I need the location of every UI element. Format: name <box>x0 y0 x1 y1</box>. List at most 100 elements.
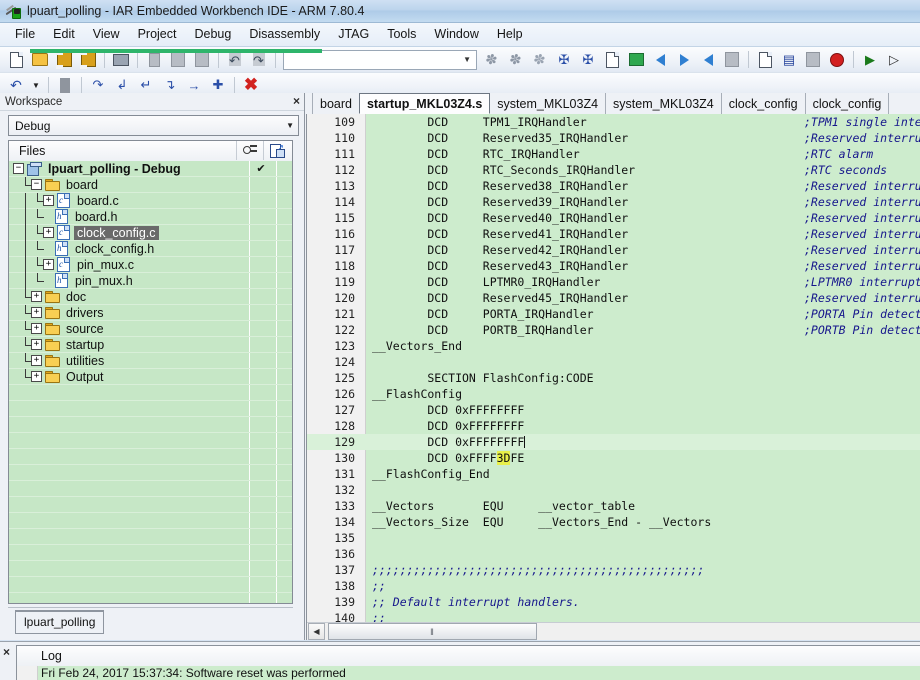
expander-icon[interactable]: + <box>31 339 42 350</box>
code-line[interactable]: 109 DCD TPM1_IRQHandler ;TPM1 single inte <box>307 114 920 130</box>
open-folder-icon[interactable] <box>29 49 51 70</box>
tree-item-startup[interactable]: + startup <box>9 336 292 353</box>
close-icon[interactable]: × <box>3 645 10 659</box>
save-icon[interactable] <box>53 49 75 70</box>
tree-item-doc[interactable]: + doc <box>9 288 292 305</box>
code-line[interactable]: 128 DCD 0xFFFFFFFF <box>307 418 920 434</box>
tree-item-pin-mux-h[interactable]: h pin_mux.h <box>9 272 292 289</box>
code-line[interactable]: 124 <box>307 354 920 370</box>
editor-tab-clock-config-1[interactable]: clock_config <box>720 93 806 114</box>
code-line[interactable]: 111 DCD RTC_IRQHandler ;RTC alarm <box>307 146 920 162</box>
editor-tab-system-mkl03z4-2[interactable]: system_MKL03Z4 <box>605 93 722 114</box>
code-line[interactable]: 139 ;; Default interrupt handlers. <box>307 594 920 610</box>
redo-icon[interactable]: ↷ <box>248 49 270 70</box>
tree-item-utilities[interactable]: + utilities <box>9 352 292 369</box>
menu-file[interactable]: File <box>6 24 44 45</box>
code-line[interactable]: 127 DCD 0xFFFFFFFF <box>307 402 920 418</box>
tree-item-board-c[interactable]: + c board.c <box>9 192 292 209</box>
editor-tab-board[interactable]: board <box>312 93 360 114</box>
close-icon[interactable]: × <box>293 95 300 107</box>
new-document-icon[interactable] <box>5 49 27 70</box>
workspace-tab-lpuart-polling[interactable]: lpuart_polling <box>15 610 105 634</box>
scrollbar-thumb[interactable]: ‖ <box>328 623 537 640</box>
expander-icon[interactable]: + <box>31 355 42 366</box>
code-line[interactable]: 126 __FlashConfig <box>307 386 920 402</box>
tree-item-drivers[interactable]: + drivers <box>9 304 292 321</box>
code-line[interactable]: 123 __Vectors_End <box>307 338 920 354</box>
menu-view[interactable]: View <box>84 24 129 45</box>
code-line[interactable]: 114 DCD Reserved39_IRQHandler ;Reserved i… <box>307 194 920 210</box>
code-line[interactable]: 120 DCD Reserved45_IRQHandler ;Reserved i… <box>307 290 920 306</box>
chevron-down-icon[interactable]: ▼ <box>463 55 471 64</box>
paste-icon[interactable] <box>191 49 213 70</box>
bookmark-icon[interactable] <box>625 49 647 70</box>
print-icon[interactable] <box>110 49 132 70</box>
code-line[interactable]: 135 <box>307 530 920 546</box>
toggle-breakpoint-icon[interactable]: ✠ <box>553 49 575 70</box>
expander-icon[interactable]: + <box>31 307 42 318</box>
tree-item-clock-config-h[interactable]: h clock_config.h <box>9 240 292 257</box>
expander-icon[interactable]: + <box>31 291 42 302</box>
disassembly-icon[interactable] <box>802 49 824 70</box>
download-debug-icon[interactable]: ▶ <box>859 49 881 70</box>
code-line[interactable]: 116 DCD Reserved41_IRQHandler ;Reserved i… <box>307 226 920 242</box>
find-input[interactable]: ▼ <box>283 49 477 70</box>
editor-tab-clock-config-2[interactable]: clock_config <box>804 93 890 114</box>
chevron-down-icon[interactable]: ▼ <box>286 121 294 130</box>
view-source-icon[interactable] <box>601 49 623 70</box>
copy-icon[interactable] <box>167 49 189 70</box>
tree-item-output[interactable]: + Output <box>9 368 292 385</box>
menu-disassembly[interactable]: Disassembly <box>240 24 329 45</box>
code-line[interactable]: 117 DCD Reserved42_IRQHandler ;Reserved i… <box>307 242 920 258</box>
code-line[interactable]: 112 DCD RTC_Seconds_IRQHandler ;RTC secon… <box>307 162 920 178</box>
tree-item-pin-mux-c[interactable]: + c pin_mux.c <box>9 256 292 273</box>
debug-without-download-icon[interactable]: ▷ <box>883 49 905 70</box>
code-line[interactable]: 140;; <box>307 610 920 622</box>
expander-icon[interactable]: + <box>43 227 54 238</box>
menu-debug[interactable]: Debug <box>185 24 240 45</box>
memory-icon[interactable] <box>754 49 776 70</box>
go-back-icon[interactable] <box>649 49 671 70</box>
code-line[interactable]: 134 __Vectors_Size EQU __Vectors_End - __… <box>307 514 920 530</box>
code-line[interactable]: 122 DCD PORTB_IRQHandler ;PORTB Pin detec… <box>307 322 920 338</box>
code-line[interactable]: 133 __Vectors EQU __vector_table <box>307 498 920 514</box>
editor-horizontal-scrollbar[interactable]: ◀ ‖ <box>307 622 920 640</box>
expander-icon[interactable]: + <box>31 323 42 334</box>
save-all-icon[interactable] <box>77 49 99 70</box>
scroll-left-icon[interactable]: ◀ <box>308 623 325 640</box>
find-next-icon[interactable]: ✽ <box>481 49 503 70</box>
code-line[interactable]: 115 DCD Reserved40_IRQHandler ;Reserved i… <box>307 210 920 226</box>
code-editor[interactable]: 109 DCD TPM1_IRQHandler ;TPM1 single inte… <box>307 114 920 622</box>
expander-icon[interactable]: + <box>43 259 54 270</box>
configuration-dropdown[interactable]: Debug ▼ <box>8 115 299 136</box>
code-line[interactable]: 130 DCD 0xFFFF3DFE <box>307 450 920 466</box>
code-line[interactable]: 132 <box>307 482 920 498</box>
tree-item-project[interactable]: − lpuart_polling - Debug ✔ <box>9 161 292 177</box>
menu-edit[interactable]: Edit <box>44 24 84 45</box>
code-line[interactable]: 131 __FlashConfig_End <box>307 466 920 482</box>
navigate-icon[interactable] <box>697 49 719 70</box>
expander-icon[interactable]: − <box>13 163 24 174</box>
expander-icon[interactable]: + <box>31 371 42 382</box>
code-line[interactable]: 137;;;;;;;;;;;;;;;;;;;;;;;;;;;;;;;;;;;;;… <box>307 562 920 578</box>
menu-window[interactable]: Window <box>425 24 487 45</box>
code-line[interactable]: 118 DCD Reserved43_IRQHandler ;Reserved i… <box>307 258 920 274</box>
menu-help[interactable]: Help <box>488 24 532 45</box>
go-forward-icon[interactable] <box>673 49 695 70</box>
undo-icon[interactable]: ↶ <box>224 49 246 70</box>
code-line[interactable]: 136 <box>307 546 920 562</box>
compile-icon[interactable]: ✽ <box>529 49 551 70</box>
editor-tab-system-mkl03z4-1[interactable]: system_MKL03Z4 <box>489 93 607 114</box>
code-line[interactable]: 119 DCD LPTMR0_IRQHandler ;LPTMR0 interru… <box>307 274 920 290</box>
code-line[interactable]: 129 DCD 0xFFFFFFFF <box>307 434 920 450</box>
menu-project[interactable]: Project <box>129 24 186 45</box>
code-line[interactable]: 110 DCD Reserved35_IRQHandler ;Reserved i… <box>307 130 920 146</box>
make-icon[interactable]: ✽ <box>505 49 527 70</box>
tree-item-board[interactable]: − board <box>9 176 292 193</box>
code-line[interactable]: 138;; <box>307 578 920 594</box>
build-column-icon[interactable]: ↗ <box>263 141 291 160</box>
code-line[interactable]: 113 DCD Reserved38_IRQHandler ;Reserved i… <box>307 178 920 194</box>
menu-jtag[interactable]: JTAG <box>329 24 378 45</box>
log-rows[interactable]: Fri Feb 24, 2017 15:37:34: Software rese… <box>17 666 920 680</box>
remove-breakpoints-icon[interactable]: ✠ <box>577 49 599 70</box>
